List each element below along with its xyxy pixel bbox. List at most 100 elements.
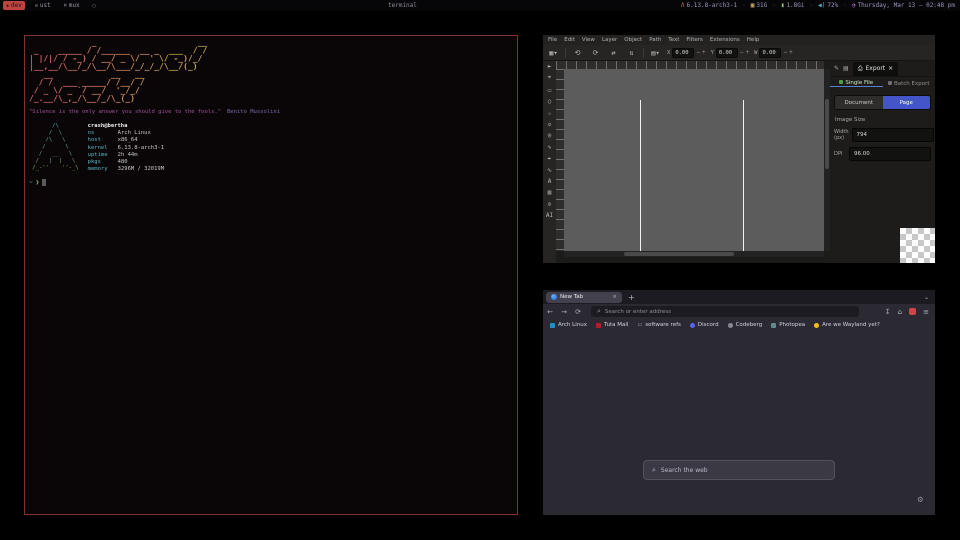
spiral-tool-icon[interactable]: ◎ [548,132,552,139]
dropper-tool-icon[interactable]: ⊙ [548,201,552,208]
close-icon[interactable]: × [888,65,893,72]
tab-close-icon[interactable]: × [612,294,617,300]
menu-object[interactable]: Object [624,37,642,43]
home-icon[interactable]: ⌂ [898,308,902,316]
bookmark-photopea[interactable]: Photopea [771,322,805,328]
bookmark-folder-software-refs[interactable]: ▭software refs [637,322,680,328]
export-width-input[interactable] [852,128,934,142]
single-file-tab[interactable]: Single File [830,80,883,87]
align-icon[interactable]: ▤▾ [649,49,662,57]
star-tool-icon[interactable]: ☆ [548,110,552,117]
new-tab-button[interactable]: + [628,293,635,302]
layout-indicator[interactable]: ▢ [90,1,99,10]
menu-layer[interactable]: Layer [602,37,617,43]
workspace-tag-mux[interactable]: ⌘ mux [61,1,83,10]
volume-level: 72% [827,2,838,9]
inkscape-toolbox: ► ⌖ ▭ ○ ☆ ◇ ◎ ✎ ✒ ∿ A ▧ ⊙ AI [543,61,556,263]
terminal-window[interactable]: _ __ _ _____ / /______ __ _ ___ / / | |/… [24,35,518,515]
menu-text[interactable]: Text [668,37,679,43]
export-dpi-row: DPI [834,147,931,161]
dpi-label: DPI [834,151,846,157]
forward-button[interactable]: → [557,308,571,316]
menu-path[interactable]: Path [649,37,661,43]
w-increment-button[interactable]: + [789,49,793,56]
export-dialog-tab[interactable]: ⎙ Export × [853,62,898,76]
y-input[interactable] [716,48,738,58]
layers-dialog-icon[interactable]: ▤ [843,65,849,72]
menu-edit[interactable]: Edit [564,37,575,43]
menu-file[interactable]: File [548,37,557,43]
browser-tab-bar: New Tab × + ⌄ [543,290,935,304]
bookmark-tuta-mail[interactable]: Tuta Mail [596,322,628,328]
fill-stroke-dialog-icon[interactable]: ✎ [834,65,839,72]
active-tab[interactable]: New Tab × [546,292,622,303]
menu-icon[interactable]: ≡ [923,308,929,316]
y-increment-button[interactable]: + [746,49,750,56]
ellipse-tool-icon[interactable]: ○ [548,98,552,105]
shell-prompt[interactable]: ~ ❯ [29,179,513,186]
quote-text: "Silence is the only answer you should g… [29,109,221,115]
page-scope-button[interactable]: Page [883,96,931,109]
image-size-heading: Image Size [835,117,935,123]
workspace-tag-dev[interactable]: ◈ dev [3,1,25,10]
back-button[interactable]: ← [543,308,557,316]
bookmark-are-we-wayland-yet[interactable]: Are we Wayland yet? [814,322,880,328]
canvas-horizontal-scrollbar[interactable] [564,251,824,257]
rotate-cw-icon[interactable]: ⟳ [589,49,602,57]
search-icon: ⌕ [652,466,656,475]
calligraphy-tool-icon[interactable]: ∿ [547,167,552,174]
export-dpi-input[interactable] [849,147,931,161]
y-decrement-button[interactable]: − [740,49,744,56]
horizontal-ruler[interactable] [556,61,824,69]
document-page-outline [640,100,744,251]
pen-tool-icon[interactable]: ✒ [548,155,552,162]
batch-export-tab[interactable]: Batch Export [883,81,936,87]
inkscape-canvas[interactable] [564,69,824,251]
address-bar[interactable]: ⌕ Search or enter address [591,306,859,317]
export-preview-transparency [900,228,935,263]
scrollbar-thumb[interactable] [624,252,734,256]
pencil-tool-icon[interactable]: ✎ [548,144,552,151]
fetch-row: kernel6.13.8-arch3-1 [88,145,164,152]
search-icon: ⌕ [597,307,601,316]
web-search-box[interactable]: ⌕ Search the web [643,460,835,480]
x-input[interactable] [672,48,694,58]
flip-horizontal-icon[interactable]: ⇄ [607,49,620,57]
bookmark-arch-linux[interactable]: Arch Linux [550,322,587,328]
ublock-shield-icon[interactable] [909,308,916,315]
rotate-ccw-icon[interactable]: ⟲ [571,49,584,57]
vertical-ruler[interactable] [556,69,564,251]
x-decrement-button[interactable]: − [696,49,700,56]
x-increment-button[interactable]: + [702,49,706,56]
export-mode-tabs: Single File Batch Export [830,77,935,90]
workspace-tag-ust[interactable]: ⊙ ust [32,1,54,10]
flip-vertical-icon[interactable]: ⇅ [625,49,638,57]
selector-tool-icon[interactable]: ► [548,63,552,70]
download-icon[interactable]: ↧ [885,308,891,316]
menu-filters[interactable]: Filters [686,37,703,43]
box3d-tool-icon[interactable]: ◇ [548,121,552,128]
rectangle-tool-icon[interactable]: ▭ [548,87,552,94]
date-time: Thursday, Mar 13 — 02:48 pm [857,2,955,9]
selection-mode-icon[interactable]: ▦▾ [547,49,560,57]
welcome-ascii-art: _ __ _ _____ / /______ __ _ ___ / / | |/… [29,39,513,103]
export-panel: ✎ ▤ ⎙ Export × Single File Batch Export … [830,61,935,263]
ai-tool-icon[interactable]: AI [546,212,553,219]
menu-view[interactable]: View [582,37,595,43]
bookmark-codeberg[interactable]: Codeberg [728,322,763,328]
bookmark-discord[interactable]: Discord [690,322,719,328]
personalize-gear-icon[interactable]: ⚙ [918,495,923,505]
document-scope-button[interactable]: Document [835,96,883,109]
reload-button[interactable]: ⟳ [571,308,585,316]
w-decrement-button[interactable]: − [783,49,787,56]
kernel-module: Λ 6.13.8-arch3-1 [681,2,737,9]
text-cursor [42,179,46,186]
menu-help[interactable]: Help [747,37,760,43]
w-input[interactable] [759,48,781,58]
menu-extensions[interactable]: Extensions [710,37,740,43]
text-tool-icon[interactable]: A [548,178,552,185]
list-tabs-chevron-icon[interactable]: ⌄ [924,294,929,301]
gradient-tool-icon[interactable]: ▧ [548,189,552,196]
node-editor-tool-icon[interactable]: ⌖ [548,74,551,82]
scrollbar-thumb[interactable] [825,99,829,169]
